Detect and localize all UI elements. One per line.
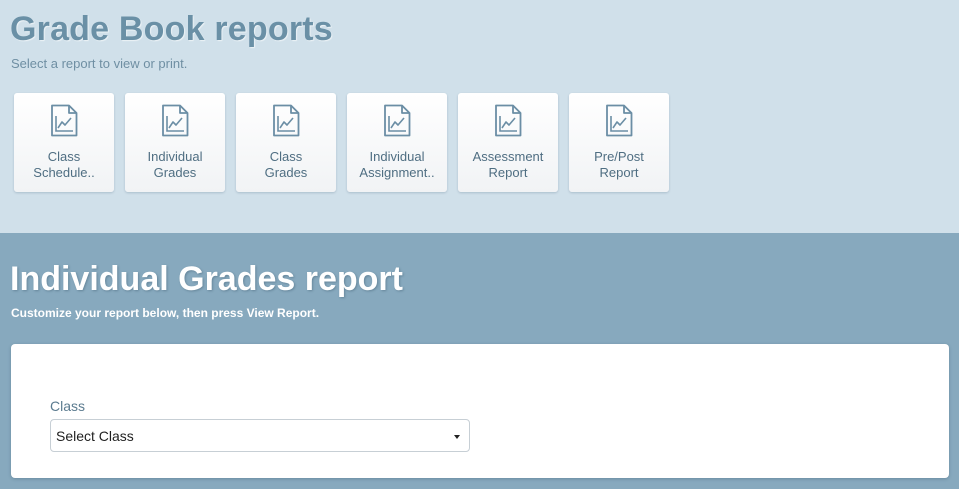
report-subtitle: Customize your report below, then press … — [11, 306, 320, 320]
chart-document-icon — [273, 104, 300, 137]
chart-document-icon — [162, 104, 189, 137]
class-select-value: Select Class — [56, 428, 134, 444]
chart-document-icon — [384, 104, 411, 137]
report-tile-label: Individual Grades — [147, 149, 203, 180]
report-title: Individual Grades report — [10, 260, 403, 298]
chart-document-icon — [51, 104, 78, 137]
report-tile-label: Pre/Post Report — [594, 149, 644, 180]
report-tile-assessment-report[interactable]: Assessment Report — [458, 93, 558, 192]
report-tile-individual-assignment[interactable]: Individual Assignment.. — [347, 93, 447, 192]
report-tile-label: Class Schedule.. — [33, 149, 95, 180]
chart-document-icon — [495, 104, 522, 137]
reports-header-section: Grade Book reports Select a report to vi… — [0, 0, 959, 233]
report-tile-individual-grades[interactable]: Individual Grades — [125, 93, 225, 192]
report-tile-label: Individual Assignment.. — [359, 149, 435, 180]
caret-down-icon — [454, 435, 460, 439]
page-subtitle: Select a report to view or print. — [11, 56, 188, 71]
report-tile-label: Assessment Report — [472, 149, 544, 180]
report-tile-pre-post-report[interactable]: Pre/Post Report — [569, 93, 669, 192]
report-settings-section: Individual Grades report Customize your … — [0, 233, 959, 489]
page-title: Grade Book reports — [10, 10, 333, 48]
chart-document-icon — [606, 104, 633, 137]
class-field-label: Class — [50, 398, 86, 414]
report-tile-class-schedule[interactable]: Class Schedule.. — [14, 93, 114, 192]
report-tile-class-grades[interactable]: Class Grades — [236, 93, 336, 192]
report-tile-label: Class Grades — [264, 149, 308, 180]
report-options-panel: Class Select Class — [11, 344, 949, 478]
report-tile-list: Class Schedule.. Individual Grades Class… — [14, 93, 669, 192]
class-select[interactable]: Select Class — [50, 419, 470, 452]
